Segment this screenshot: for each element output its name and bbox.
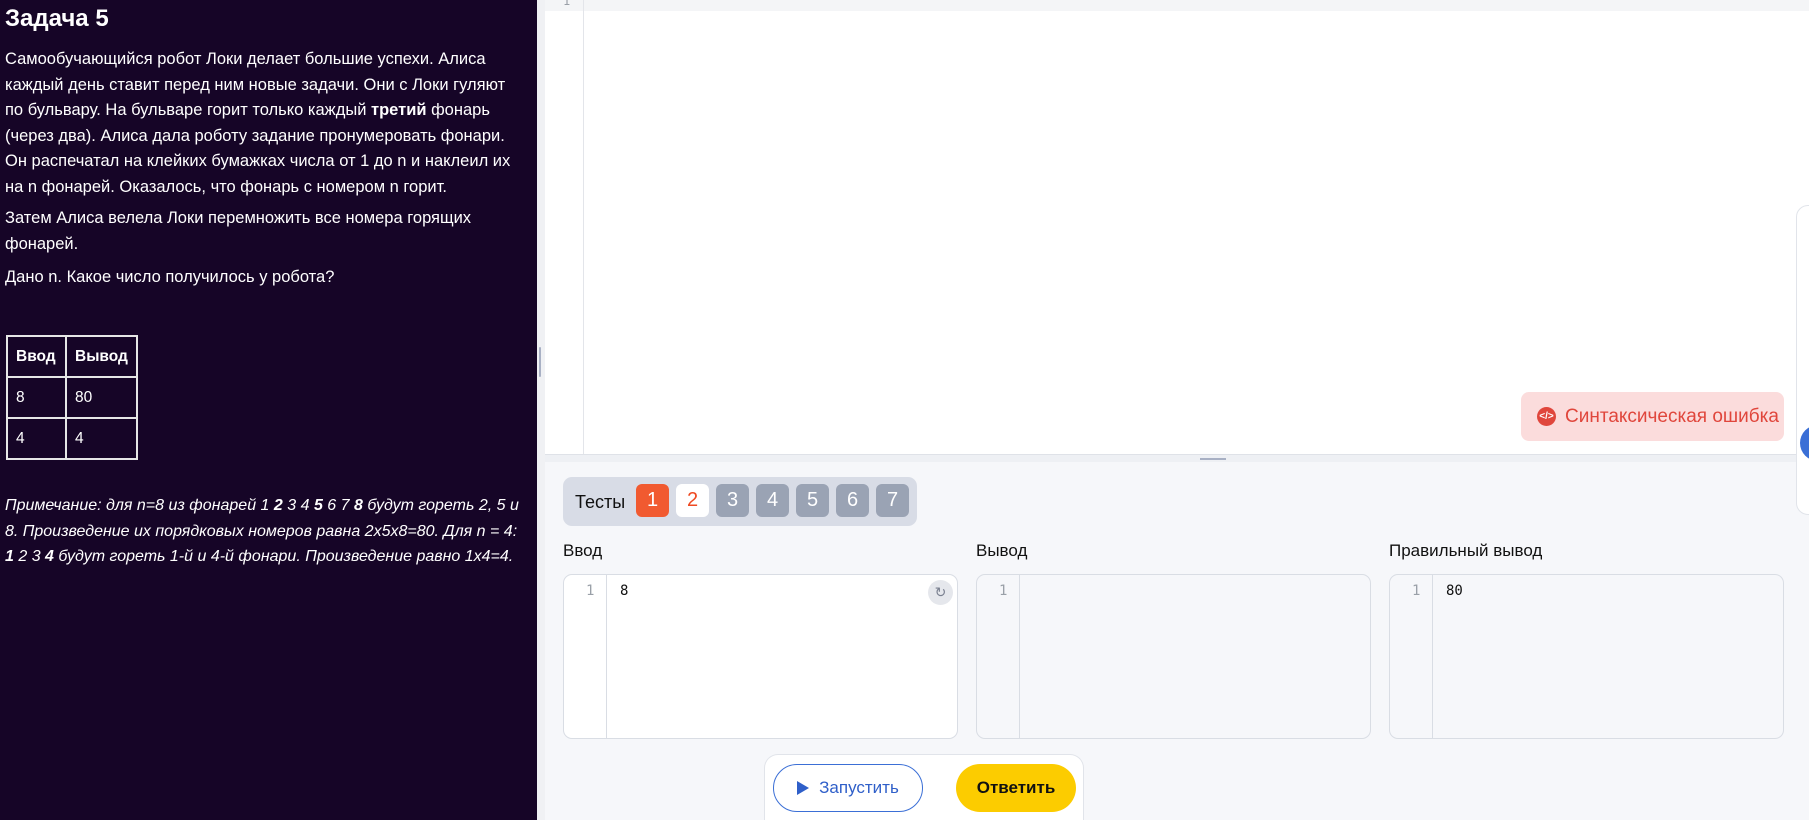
note-bold: 8 xyxy=(353,497,363,514)
output-field: 1 xyxy=(976,574,1371,739)
vertical-splitter[interactable] xyxy=(537,0,545,820)
output-gutter xyxy=(1019,575,1020,738)
expected-gutter xyxy=(1432,575,1433,738)
expected-output-field: 1 80 xyxy=(1389,574,1784,739)
table-cell: 4 xyxy=(6,417,67,460)
output-line-number: 1 xyxy=(999,583,1008,599)
input-line-number: 1 xyxy=(586,583,595,599)
table-cell: 8 xyxy=(6,376,67,419)
refresh-icon[interactable]: ↻ xyxy=(928,580,953,605)
note-bold: 5 xyxy=(313,497,323,514)
editor-gutter xyxy=(583,0,584,456)
table-header: Ввод xyxy=(6,335,67,378)
test-tab-3[interactable]: 3 xyxy=(716,484,749,517)
code-icon: </> xyxy=(1537,407,1556,426)
task-paragraph-2: Затем Алиса велела Локи перемножить все … xyxy=(5,209,472,253)
play-icon xyxy=(797,781,810,795)
editor-active-line xyxy=(545,0,1809,11)
expected-output-label: Правильный вывод xyxy=(1389,541,1543,560)
run-button[interactable]: Запустить xyxy=(773,764,923,812)
code-editor[interactable]: 1 xyxy=(545,0,1809,456)
side-panel-edge[interactable] xyxy=(1796,205,1809,515)
expected-output-value: 80 xyxy=(1446,583,1463,599)
input-value[interactable]: 8 xyxy=(620,583,628,599)
input-label: Ввод xyxy=(563,541,603,560)
table-row: 8 80 xyxy=(6,376,138,419)
test-tab-6[interactable]: 6 xyxy=(836,484,869,517)
test-tab-4[interactable]: 4 xyxy=(756,484,789,517)
examples-table: Ввод Вывод 8 80 4 4 xyxy=(6,335,138,460)
note-bold: 2 xyxy=(273,497,283,514)
note-text: Примечание: для n=8 из фонарей 1 xyxy=(5,497,274,514)
task-paragraph-3: Дано n. Какое число получилось у робота? xyxy=(5,268,335,286)
task-text-bold: третий xyxy=(371,101,427,120)
task-title: Задача 5 xyxy=(5,5,109,32)
note-bold: 1 xyxy=(5,548,14,566)
task-panel: Задача 5 Самообучающийся робот Локи дела… xyxy=(0,0,537,820)
editor-line-number: 1 xyxy=(563,0,571,8)
note-text: 2 3 xyxy=(13,548,46,566)
task-paragraph-1: Самообучающийся робот Локи делает больши… xyxy=(5,47,525,201)
test-tab-1[interactable]: 1 xyxy=(636,484,669,517)
table-cell: 4 xyxy=(65,417,138,460)
answer-button[interactable]: Ответить xyxy=(956,764,1076,812)
syntax-error-badge[interactable]: </> Синтаксическая ошибка xyxy=(1521,392,1784,441)
test-tab-7[interactable]: 7 xyxy=(876,484,909,517)
note-text: 3 4 xyxy=(282,497,314,514)
expected-line-number: 1 xyxy=(1412,583,1421,599)
run-button-label: Запустить xyxy=(819,778,899,797)
test-tab-5[interactable]: 5 xyxy=(796,484,829,517)
table-header-row: Ввод Вывод xyxy=(6,335,138,378)
input-field[interactable]: 1 8 ↻ xyxy=(563,574,958,739)
note-text: будут гореть 1-й и 4-й фонари. Произведе… xyxy=(53,548,514,566)
table-cell: 80 xyxy=(65,376,138,419)
test-tab-2[interactable]: 2 xyxy=(676,484,709,517)
tests-label: Тесты xyxy=(575,492,626,512)
table-row: 4 4 xyxy=(6,417,138,460)
splitter-grip[interactable] xyxy=(1200,458,1226,460)
input-gutter xyxy=(606,575,607,738)
table-header: Вывод xyxy=(65,335,138,378)
output-label: Вывод xyxy=(976,541,1028,560)
syntax-error-label: Синтаксическая ошибка xyxy=(1565,405,1779,427)
task-note: Примечание: для n=8 из фонарей 1 2 3 4 5… xyxy=(5,493,530,570)
note-bold: 4 xyxy=(45,548,54,566)
splitter-grip[interactable] xyxy=(539,347,541,377)
note-text: 6 7 xyxy=(322,497,354,514)
